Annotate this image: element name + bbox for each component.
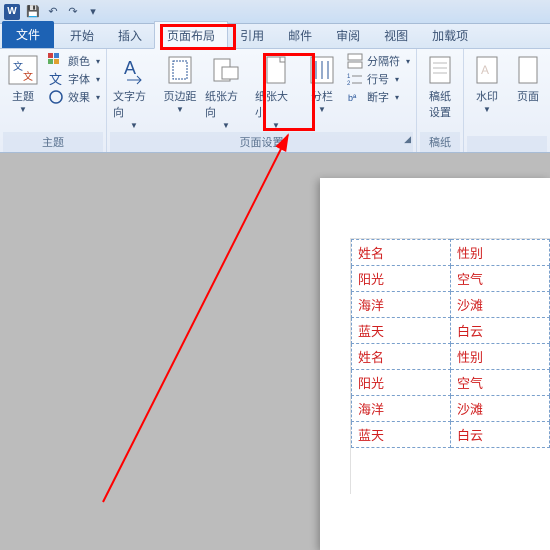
hyphenation-button[interactable]: bª 断字▾ xyxy=(347,89,410,105)
watermark-button[interactable]: A 水印 ▼ xyxy=(467,51,507,114)
table-row: 姓名性别 xyxy=(352,344,550,370)
svg-text:bª: bª xyxy=(348,93,357,103)
table-row: 阳光空气 xyxy=(352,266,550,292)
page-icon xyxy=(512,54,544,86)
margins-icon xyxy=(164,54,196,86)
tab-insert[interactable]: 插入 xyxy=(106,22,154,48)
breaks-button[interactable]: 分隔符▾ xyxy=(347,53,410,69)
redo-icon[interactable]: ↷ xyxy=(64,3,82,21)
word-app-icon: W xyxy=(4,4,20,20)
svg-text:文: 文 xyxy=(23,70,33,83)
theme-icon: 文文 xyxy=(7,54,39,86)
fonts-icon: 文 xyxy=(48,71,64,87)
table-row: 海洋沙滩 xyxy=(352,292,550,318)
table-row: 姓名性别 xyxy=(352,240,550,266)
theme-fonts-button[interactable]: 文 字体▾ xyxy=(48,71,100,87)
svg-text:文: 文 xyxy=(13,60,23,73)
group-draft: 稿纸 设置 稿纸 xyxy=(417,49,464,152)
tab-page-layout[interactable]: 页面布局 xyxy=(154,21,228,49)
group-page-setup: A 文字方向 ▼ 页边距 ▼ 纸张方向 ▼ xyxy=(107,49,417,152)
paper-size-button[interactable]: 纸张大小 ▼ xyxy=(252,51,300,130)
table-row: 蓝天白云 xyxy=(352,422,550,448)
document-page[interactable]: 姓名性别 阳光空气 海洋沙滩 蓝天白云 姓名性别 阳光空气 海洋沙滩 蓝天白云 xyxy=(320,178,550,550)
table-row: 阳光空气 xyxy=(352,370,550,396)
svg-text:文: 文 xyxy=(49,72,62,87)
tab-view[interactable]: 视图 xyxy=(372,22,420,48)
effects-icon xyxy=(48,89,64,105)
colors-icon xyxy=(48,53,64,69)
undo-icon[interactable]: ↶ xyxy=(44,3,62,21)
page-color-button[interactable]: 页面 xyxy=(509,51,547,104)
ribbon-tabs: 文件 开始 插入 页面布局 引用 邮件 审阅 视图 加载项 xyxy=(0,24,550,49)
tab-addins[interactable]: 加载项 xyxy=(420,22,480,48)
file-tab[interactable]: 文件 xyxy=(2,21,54,48)
group-page-bg: A 水印 ▼ 页面 xyxy=(464,49,550,152)
svg-text:2: 2 xyxy=(347,81,351,87)
columns-icon xyxy=(306,54,338,86)
title-bar: W 💾 ↶ ↷ ▾ xyxy=(0,0,550,24)
table-row: 海洋沙滩 xyxy=(352,396,550,422)
document-content: 姓名性别 阳光空气 海洋沙滩 蓝天白云 姓名性别 阳光空气 海洋沙滩 蓝天白云 xyxy=(350,238,550,494)
orientation-button[interactable]: 纸张方向 ▼ xyxy=(202,51,250,130)
breaks-icon xyxy=(347,53,363,69)
word-table[interactable]: 姓名性别 阳光空气 海洋沙滩 蓝天白云 姓名性别 阳光空气 海洋沙滩 蓝天白云 xyxy=(351,239,550,448)
svg-text:1: 1 xyxy=(347,74,351,80)
group-theme: 文文 主题 ▼ 颜色▾ 文 字体▾ xyxy=(0,49,107,152)
quick-access-toolbar: 💾 ↶ ↷ ▾ xyxy=(24,3,102,21)
draft-icon xyxy=(424,54,456,86)
theme-button[interactable]: 文文 主题 ▼ xyxy=(3,51,43,114)
columns-button[interactable]: 分栏 ▼ xyxy=(302,51,342,114)
size-icon xyxy=(260,54,292,86)
tab-references[interactable]: 引用 xyxy=(228,22,276,48)
text-direction-button[interactable]: A 文字方向 ▼ xyxy=(110,51,158,130)
ribbon: 文文 主题 ▼ 颜色▾ 文 字体▾ xyxy=(0,49,550,153)
margins-button[interactable]: 页边距 ▼ xyxy=(160,51,200,114)
theme-effects-button[interactable]: 效果▾ xyxy=(48,89,100,105)
svg-text:A: A xyxy=(124,58,136,78)
draft-settings-button[interactable]: 稿纸 设置 xyxy=(420,51,460,120)
table-row: 蓝天白云 xyxy=(352,318,550,344)
qat-more-icon[interactable]: ▾ xyxy=(84,3,102,21)
dropdown-arrow-icon: ▼ xyxy=(19,105,27,114)
tab-review[interactable]: 审阅 xyxy=(324,22,372,48)
svg-text:A: A xyxy=(481,63,489,77)
watermark-icon: A xyxy=(471,54,503,86)
tab-mailings[interactable]: 邮件 xyxy=(276,22,324,48)
orientation-icon xyxy=(210,54,242,86)
dialog-launcher-icon[interactable]: ◢ xyxy=(404,134,411,145)
line-numbers-button[interactable]: 12 行号▾ xyxy=(347,71,410,87)
tab-home[interactable]: 开始 xyxy=(58,22,106,48)
line-numbers-icon: 12 xyxy=(347,71,363,87)
theme-colors-button[interactable]: 颜色▾ xyxy=(48,53,100,69)
save-icon[interactable]: 💾 xyxy=(24,3,42,21)
text-direction-icon: A xyxy=(118,54,150,86)
hyphenation-icon: bª xyxy=(347,89,363,105)
